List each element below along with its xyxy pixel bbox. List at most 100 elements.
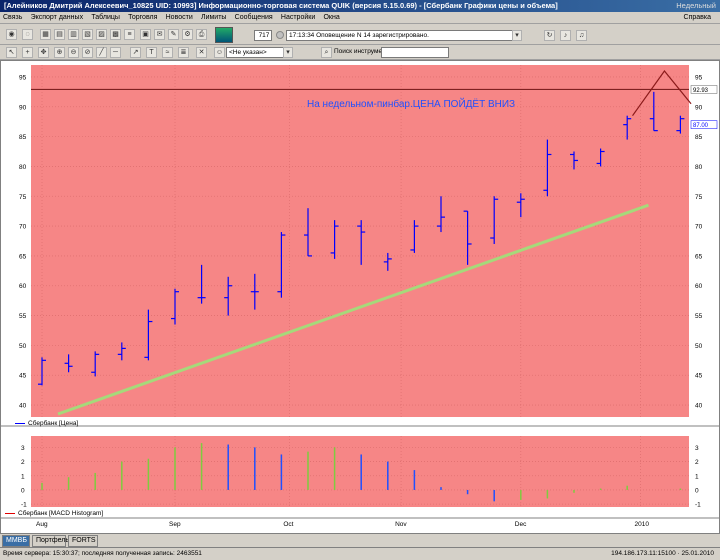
hline-tool-icon[interactable]: ─ bbox=[110, 47, 121, 58]
price-right-tick-label: 80 bbox=[695, 164, 703, 171]
status-indicator-icon bbox=[276, 31, 284, 39]
account-chevron-down-icon[interactable]: ▾ bbox=[283, 47, 293, 58]
trades-icon[interactable]: ▥ bbox=[68, 29, 79, 40]
portfolio-icon[interactable]: ▨ bbox=[96, 29, 107, 40]
message-icon[interactable]: ✉ bbox=[154, 29, 165, 40]
macd-left-tick-label: 3 bbox=[21, 445, 25, 452]
menu-item-settings[interactable]: Настройки bbox=[278, 12, 318, 24]
zoom-out-icon[interactable]: ⊖ bbox=[68, 47, 79, 58]
fibo-tool-icon[interactable]: ≣ bbox=[178, 47, 189, 58]
alert-icon[interactable]: ✎ bbox=[168, 29, 179, 40]
price-right-tick-label: 85 bbox=[695, 134, 703, 141]
zoom-reset-icon[interactable]: ⊘ bbox=[82, 47, 93, 58]
crosshair-icon[interactable]: + bbox=[22, 47, 33, 58]
status-bar: Время сервера: 15:30:37; последняя получ… bbox=[0, 547, 720, 560]
macd-right-tick-label: 1 bbox=[695, 473, 699, 480]
price-right-tick-label: 60 bbox=[695, 283, 703, 290]
menu-item-connection[interactable]: Связь bbox=[0, 12, 25, 24]
message-field[interactable]: 17:13:34 Оповещение N 14 зарегистрирован… bbox=[286, 30, 522, 41]
menu-item-trading[interactable]: Торговля bbox=[125, 12, 160, 24]
price-right-tick-label: 90 bbox=[695, 104, 703, 111]
channel-tool-icon[interactable]: ≈ bbox=[162, 47, 173, 58]
time-tick-label: Oct bbox=[283, 521, 293, 528]
price-left-tick-label: 80 bbox=[19, 164, 27, 171]
macd-right-tick-label: 0 bbox=[695, 487, 699, 494]
delete-tool-icon[interactable]: ✕ bbox=[196, 47, 207, 58]
menu-item-help[interactable]: Справка bbox=[681, 12, 714, 24]
orders-icon[interactable]: ▤ bbox=[54, 29, 65, 40]
annotation-text: На недельном-пинбар.ЦЕНА ПОЙДЁТ ВНИЗ bbox=[307, 97, 515, 110]
menu-item-limits[interactable]: Лимиты bbox=[198, 12, 229, 24]
time-tick-label: Dec bbox=[515, 521, 527, 528]
status-connection: 194.186.173.11:15100 · 25.01.2010 bbox=[611, 550, 714, 557]
macd-left-tick-label: 2 bbox=[21, 459, 25, 466]
price-legend: Сбербанк [Цена] bbox=[15, 420, 78, 427]
menu-item-tables[interactable]: Таблицы bbox=[88, 12, 123, 24]
tab-mmvb[interactable]: ММВБ bbox=[2, 535, 30, 547]
search-input[interactable] bbox=[381, 47, 449, 58]
news-icon[interactable]: ▣ bbox=[140, 29, 151, 40]
arrow-tool-icon[interactable]: ↗ bbox=[130, 47, 141, 58]
price-tag-last-text: 87.00 bbox=[693, 123, 709, 129]
quotes-icon[interactable]: ▧ bbox=[82, 29, 93, 40]
zoom-in-icon[interactable]: ⊕ bbox=[54, 47, 65, 58]
menu-item-news[interactable]: Новости bbox=[163, 12, 196, 24]
cursor-icon[interactable]: ↖ bbox=[6, 47, 17, 58]
price-right-tick-label: 75 bbox=[695, 194, 703, 201]
price-left-tick-label: 75 bbox=[19, 194, 27, 201]
connect-icon[interactable]: ◉ bbox=[6, 29, 17, 40]
macd-plot-area bbox=[31, 436, 689, 507]
logo-icon bbox=[215, 27, 233, 43]
quik-window: [Алейников Дмитрий Алексеевич_10825 UID:… bbox=[0, 0, 720, 560]
menu-item-export[interactable]: Экспорт данных bbox=[28, 12, 87, 24]
time-tick-label: 2010 bbox=[635, 521, 650, 528]
price-left-tick-label: 65 bbox=[19, 253, 27, 260]
price-left-tick-label: 50 bbox=[19, 343, 27, 350]
text-tool-icon[interactable]: T bbox=[146, 47, 157, 58]
table-icon[interactable]: ▦ bbox=[40, 29, 51, 40]
main-toolbar: ◉ ◌ ▦ ▤ ▥ ▧ ▨ ▩ ≡ ▣ ✉ ✎ ⚙ ⎙ 717 17:13:34… bbox=[0, 25, 720, 45]
pan-icon[interactable]: ✥ bbox=[38, 47, 49, 58]
settings-icon[interactable]: ⚙ bbox=[182, 29, 193, 40]
tab-forts[interactable]: FORTS bbox=[68, 535, 98, 547]
menu-bar: Связь Экспорт данных Таблицы Торговля Но… bbox=[0, 12, 720, 24]
refresh-icon[interactable]: ↻ bbox=[544, 30, 555, 41]
sound-off-icon[interactable]: ♫ bbox=[576, 30, 587, 41]
price-series-label: Сбербанк [Цена] bbox=[28, 420, 79, 427]
price-left-tick-label: 55 bbox=[19, 313, 27, 320]
window-title-right: Недельный bbox=[676, 1, 716, 10]
chart-canvas[interactable]: 40 40 45 45 50 50 55 55 60 60 65 65 70 70 75 75 80 80 85 85… bbox=[1, 61, 719, 533]
price-left-tick-label: 45 bbox=[19, 373, 27, 380]
limits-icon[interactable]: ▩ bbox=[110, 29, 121, 40]
price-left-tick-label: 60 bbox=[19, 283, 27, 290]
price-plot-area bbox=[31, 65, 689, 417]
tab-bar: ММВБ Портфель FORTS bbox=[0, 533, 720, 547]
print-icon[interactable]: ⎙ bbox=[196, 29, 207, 40]
price-left-tick-label: 85 bbox=[19, 134, 27, 141]
sound-icon[interactable]: ♪ bbox=[560, 30, 571, 41]
macd-right-tick-label: 3 bbox=[695, 445, 699, 452]
macd-series-label: Сбербанк [MACD Histogram] bbox=[18, 510, 104, 517]
window-title: [Алейников Дмитрий Алексеевич_10825 UID:… bbox=[4, 1, 558, 10]
price-left-tick-label: 90 bbox=[19, 104, 27, 111]
menu-item-windows[interactable]: Окна bbox=[320, 12, 342, 24]
chart-window: 40 40 45 45 50 50 55 55 60 60 65 65 70 70 75 75 80 80 85 85… bbox=[0, 60, 720, 533]
tab-portfolio[interactable]: Портфель bbox=[32, 535, 69, 547]
line-tool-icon[interactable]: ╱ bbox=[96, 47, 107, 58]
menu-item-messages[interactable]: Сообщения bbox=[232, 12, 276, 24]
price-right-tick-label: 40 bbox=[695, 403, 703, 410]
message-dropdown-chevron-down-icon[interactable]: ▾ bbox=[512, 30, 522, 41]
price-left-tick-label: 70 bbox=[19, 224, 27, 231]
price-right-tick-label: 50 bbox=[695, 343, 703, 350]
macd-left-tick-label: 0 bbox=[21, 487, 25, 494]
macd-left-tick-label: 1 bbox=[21, 473, 25, 480]
disconnect-icon[interactable]: ◌ bbox=[22, 29, 33, 40]
macd-left-tick-label: -1 bbox=[21, 502, 27, 509]
title-bar: [Алейников Дмитрий Алексеевич_10825 UID:… bbox=[0, 0, 720, 12]
chart-toolbar: ↖ + ✥ ⊕ ⊖ ⊘ ╱ ─ ↗ T ≈ ≣ ✕ ☺ <Не указан> … bbox=[0, 45, 720, 60]
chart-icon[interactable]: ≡ bbox=[124, 29, 135, 40]
search-icon: ⌕ bbox=[321, 47, 332, 58]
price-right-tick-label: 65 bbox=[695, 253, 703, 260]
lot-field[interactable]: 717 bbox=[254, 30, 272, 41]
macd-legend: Сбербанк [MACD Histogram] bbox=[5, 510, 103, 517]
